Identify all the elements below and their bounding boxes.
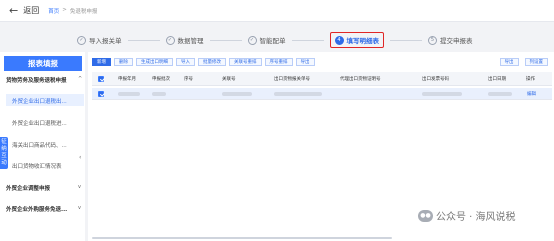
- toolbar: 新增 删除 生成出口明细 导入 批量修改 关联号重排 序号重排 导出: [92, 58, 315, 66]
- col-period: 申报年月: [118, 77, 136, 82]
- breadcrumb-current: 免退税申报: [69, 8, 98, 15]
- step-submit[interactable]: 5 提交申报表: [428, 35, 473, 45]
- reorder-seq-button[interactable]: 序号重排: [264, 58, 293, 66]
- step-number: 5: [428, 35, 437, 45]
- step-number: 4: [334, 35, 344, 45]
- step-connector: [209, 39, 242, 41]
- col-batch: 申报批次: [152, 77, 170, 82]
- step-import-declaration[interactable]: ✓ 导入报关单: [77, 35, 122, 45]
- step-smart-matching[interactable]: ✓ 智能配单: [247, 35, 286, 45]
- step-connector: [127, 39, 160, 41]
- sidebar: 报表填报 货物劳务及服务退税申报 ^ 外贸企业出口退税出... 外贸企业出口退税…: [0, 52, 85, 241]
- check-icon: ✓: [77, 35, 86, 45]
- back-button[interactable]: 返回: [23, 5, 39, 16]
- watermark: ●● 公众号 · 海风说税: [418, 208, 516, 223]
- sidebar-group-adjust[interactable]: 外贸企业调整申报: [6, 184, 50, 192]
- chevron-down-icon[interactable]: v: [78, 184, 81, 190]
- toolbar-right: 导出 列设置: [499, 58, 548, 66]
- col-seq: 序号: [184, 77, 193, 82]
- top-bar: ← 返回 首页 > 免退税申报: [0, 0, 554, 22]
- redacted-cell: [152, 92, 166, 96]
- chevron-up-icon[interactable]: ^: [78, 76, 82, 82]
- col-invoice: 出口发票号码: [422, 77, 449, 82]
- table-row[interactable]: 编辑: [92, 88, 552, 100]
- breadcrumb-separator: >: [62, 6, 67, 13]
- check-icon: ✓: [247, 35, 257, 45]
- redacted-cell: [118, 92, 140, 96]
- edit-link[interactable]: 编辑: [527, 91, 536, 97]
- check-icon: ✓: [165, 35, 175, 45]
- add-button[interactable]: 新增: [92, 58, 111, 66]
- sidebar-item-forex-receipt[interactable]: 出口货物收汇情况表: [12, 162, 62, 170]
- step-data-management[interactable]: ✓ 数据管理: [165, 35, 204, 45]
- sidebar-title: 报表填报: [4, 56, 82, 71]
- back-arrow-icon[interactable]: ←: [9, 5, 18, 16]
- col-agent-cert: 代理出口货物证明号: [340, 77, 381, 82]
- col-action: 操作: [526, 77, 535, 82]
- select-all-checkbox[interactable]: [98, 76, 104, 82]
- import-button[interactable]: 导入: [176, 58, 195, 66]
- horizontal-scrollbar[interactable]: [92, 237, 392, 239]
- step-connector: [291, 39, 324, 41]
- redacted-cell: [488, 92, 512, 96]
- sidebar-item-customs-code[interactable]: 海关出口商品代码、...: [12, 141, 67, 149]
- col-link: 关联号: [222, 77, 236, 82]
- step-fill-detail[interactable]: 4 填写明细表: [329, 32, 384, 48]
- step-connector: [390, 39, 422, 41]
- progress-steps: ✓ 导入报关单 ✓ 数据管理 ✓ 智能配单 4 填写明细表 5 提交申报表: [77, 31, 554, 49]
- row-checkbox[interactable]: [98, 91, 104, 97]
- breadcrumb-home[interactable]: 首页: [48, 7, 59, 15]
- wechat-icon: ●●: [418, 209, 433, 222]
- export-button[interactable]: 导出: [295, 58, 315, 66]
- col-export-date: 出口日期: [488, 77, 506, 82]
- breadcrumb: 首页 > 免退税申报: [48, 7, 97, 15]
- generate-export-detail-button[interactable]: 生成出口明细: [136, 58, 173, 66]
- export-right-button[interactable]: 导出: [499, 58, 519, 66]
- collapse-sidebar-icon[interactable]: ‹: [79, 154, 81, 161]
- table-header: 申报年月 申报批次 序号 关联号 出口货物报关单号 代理出口货物证明号 出口发票…: [92, 72, 552, 86]
- watermark-text: 公众号 · 海风说税: [436, 212, 516, 223]
- chevron-down-icon[interactable]: v: [78, 205, 81, 211]
- redacted-cell: [222, 92, 252, 96]
- reorder-link-button[interactable]: 关联号重排: [229, 58, 262, 66]
- sidebar-item-export-detail[interactable]: 外贸企业出口退税出...: [12, 97, 67, 105]
- redacted-cell: [274, 92, 322, 96]
- redacted-cell: [422, 92, 462, 96]
- sidebar-item-import-detail[interactable]: 外贸企业出口退税进...: [12, 119, 67, 127]
- sidebar-group-service-purchase[interactable]: 外贸企业外购服务免退...: [6, 205, 67, 213]
- sidebar-group-goods-services[interactable]: 货物劳务及服务退税申报: [6, 76, 67, 84]
- tax-interaction-tab[interactable]: 征 纳 互 动: [0, 137, 8, 169]
- batch-edit-button[interactable]: 批量修改: [198, 58, 226, 66]
- delete-button[interactable]: 删除: [114, 58, 133, 66]
- column-settings-button[interactable]: 列设置: [524, 58, 548, 66]
- col-customs-no: 出口货物报关单号: [274, 77, 310, 82]
